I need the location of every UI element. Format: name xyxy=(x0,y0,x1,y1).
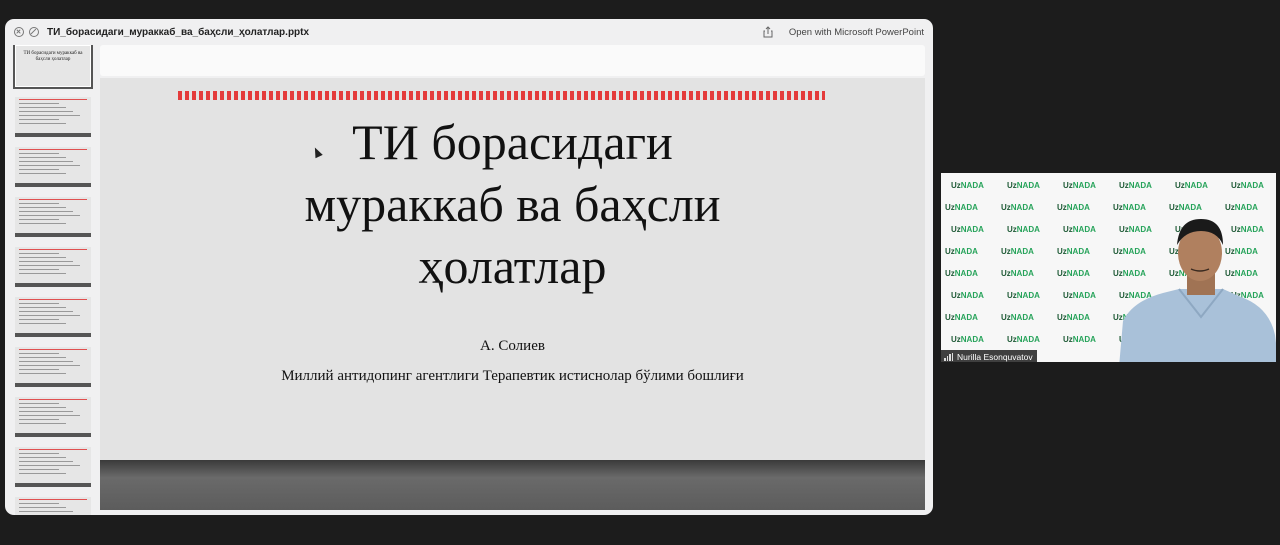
slide-thumbnail[interactable] xyxy=(15,497,91,515)
slide-thumbnail[interactable]: ТИ борасидаги мураккаб ва баҳсли ҳолатла… xyxy=(13,45,93,89)
participant-avatar xyxy=(1119,219,1276,362)
uznada-logo: UzNADA xyxy=(1231,181,1264,190)
uznada-logo: UzNADA xyxy=(951,181,984,190)
slide-thumbnail[interactable] xyxy=(15,147,91,187)
open-with-powerpoint-button[interactable]: Open with Microsoft PowerPoint xyxy=(789,27,924,38)
slide-footer-image xyxy=(100,460,925,510)
participant-video[interactable]: UzNADA UzNADA UzNADA UzNADA UzNADA UzNADA UzNA… xyxy=(941,173,1276,362)
uznada-logo: UzNADA xyxy=(1169,203,1202,212)
decorative-stripe xyxy=(178,91,825,100)
file-name: ТИ_борасидаги_мураккаб_ва_баҳсли_ҳолатла… xyxy=(47,26,310,38)
slide-thumbnail[interactable] xyxy=(15,397,91,437)
title-bar: ТИ_борасидаги_мураккаб_ва_баҳсли_ҳолатла… xyxy=(5,19,933,45)
main-pane: ТИ борасидаги мураккаб ва баҳсли ҳолатла… xyxy=(100,45,925,515)
uznada-logo: UzNADA xyxy=(1063,335,1096,344)
uznada-logo: UzNADA xyxy=(1175,181,1208,190)
slide-thumbnail[interactable] xyxy=(15,347,91,387)
current-slide: ТИ борасидаги мураккаб ва баҳсли ҳолатла… xyxy=(100,78,925,510)
uznada-logo: UzNADA xyxy=(1225,203,1258,212)
uznada-logo: UzNADA xyxy=(945,203,978,212)
slide-thumbnail-list[interactable]: ТИ борасидаги мураккаб ва баҳсли ҳолатла… xyxy=(13,45,93,515)
uznada-logo: UzNADA xyxy=(945,313,978,322)
slide-author: А. Солиев xyxy=(480,338,545,354)
share-icon[interactable] xyxy=(761,25,775,39)
slide-thumbnail[interactable] xyxy=(15,247,91,287)
close-icon[interactable] xyxy=(14,27,24,37)
uznada-logo: UzNADA xyxy=(951,291,984,300)
uznada-logo: UzNADA xyxy=(1057,247,1090,256)
uznada-logo: UzNADA xyxy=(1113,203,1146,212)
uznada-logo: UzNADA xyxy=(1007,335,1040,344)
uznada-logo: UzNADA xyxy=(1063,225,1096,234)
uznada-logo: UzNADA xyxy=(1057,203,1090,212)
minimize-icon[interactable] xyxy=(29,27,39,37)
uznada-logo: UzNADA xyxy=(1001,203,1034,212)
slide-author-role: Миллий антидопинг агентлиги Терапевтик и… xyxy=(281,368,744,384)
uznada-logo: UzNADA xyxy=(951,225,984,234)
uznada-logo: UzNADA xyxy=(1001,313,1034,322)
uznada-logo: UzNADA xyxy=(1001,247,1034,256)
slide-thumbnail[interactable] xyxy=(15,197,91,237)
slide-thumbnail[interactable] xyxy=(15,297,91,337)
participant-name: Nurilla Esonquvatov xyxy=(957,351,1033,362)
slide-thumbnail[interactable] xyxy=(15,97,91,137)
uznada-logo: UzNADA xyxy=(1007,181,1040,190)
uznada-logo: UzNADA xyxy=(951,335,984,344)
uznada-logo: UzNADA xyxy=(1001,269,1034,278)
slide-thumbnail-title: ТИ борасидаги мураккаб ва баҳсли ҳолатла… xyxy=(23,51,83,62)
presentation-window: ТИ_борасидаги_мураккаб_ва_баҳсли_ҳолатла… xyxy=(5,19,933,515)
uznada-logo: UzNADA xyxy=(1063,291,1096,300)
uznada-logo: UzNADA xyxy=(1007,291,1040,300)
uznada-logo: UzNADA xyxy=(1057,313,1090,322)
slide-thumbnail[interactable] xyxy=(15,447,91,487)
slide-header-strip xyxy=(100,45,925,76)
uznada-logo: UzNADA xyxy=(1063,181,1096,190)
uznada-logo: UzNADA xyxy=(1057,269,1090,278)
slide-title-line-3: ҳолатлар xyxy=(418,238,607,294)
uznada-logo: UzNADA xyxy=(1119,181,1152,190)
participant-nameplate: Nurilla Esonquvatov xyxy=(941,350,1037,362)
uznada-logo: UzNADA xyxy=(945,247,978,256)
slide-title-line-1: ТИ борасидаги xyxy=(352,114,673,170)
slide-title: ТИ борасидаги мураккаб ва баҳсли ҳолатла… xyxy=(100,111,925,297)
slide-title-line-2: мураккаб ва баҳсли xyxy=(304,176,721,232)
signal-strength-icon xyxy=(944,352,954,361)
uznada-logo: UzNADA xyxy=(1007,225,1040,234)
uznada-logo: UzNADA xyxy=(945,269,978,278)
